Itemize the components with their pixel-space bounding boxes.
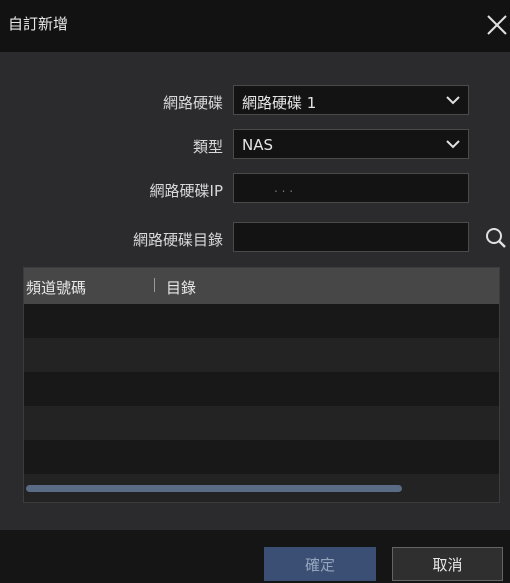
cancel-button[interactable]: 取消 [392, 547, 503, 581]
table-row [24, 304, 499, 338]
type-select[interactable]: NAS [233, 129, 469, 159]
type-label: 類型 [192, 138, 223, 156]
type-select-value: NAS [242, 136, 274, 154]
dir-input[interactable] [233, 222, 469, 252]
chevron-down-icon [446, 96, 460, 105]
dialog-title: 自訂新增 [8, 15, 69, 33]
horizontal-scrollbar[interactable] [26, 485, 402, 492]
dialog-titlebar: 自訂新增 [0, 0, 510, 52]
column-header-channel: 頻道號碼 [26, 279, 87, 297]
table-row [24, 338, 499, 372]
table-row [24, 372, 499, 406]
nas-label: 網路硬碟 [162, 94, 223, 112]
table-row [24, 440, 499, 474]
ip-label: 網路硬碟IP [149, 182, 223, 200]
directory-table: 頻道號碼 目錄 [23, 267, 500, 503]
close-icon[interactable] [482, 10, 510, 38]
column-divider [154, 278, 155, 292]
nas-select[interactable]: 網路硬碟 1 [233, 85, 469, 115]
ip-input[interactable]: . . . [233, 173, 469, 203]
column-header-directory: 目錄 [166, 279, 197, 297]
ip-value: . . . [274, 181, 294, 195]
chevron-down-icon [446, 140, 460, 149]
ok-button[interactable]: 確定 [264, 547, 376, 581]
search-icon[interactable] [484, 226, 508, 250]
table-row [24, 406, 499, 440]
dir-label: 網路硬碟目錄 [132, 231, 223, 249]
table-header: 頻道號碼 目錄 [24, 268, 499, 304]
nas-select-value: 網路硬碟 1 [242, 94, 317, 112]
